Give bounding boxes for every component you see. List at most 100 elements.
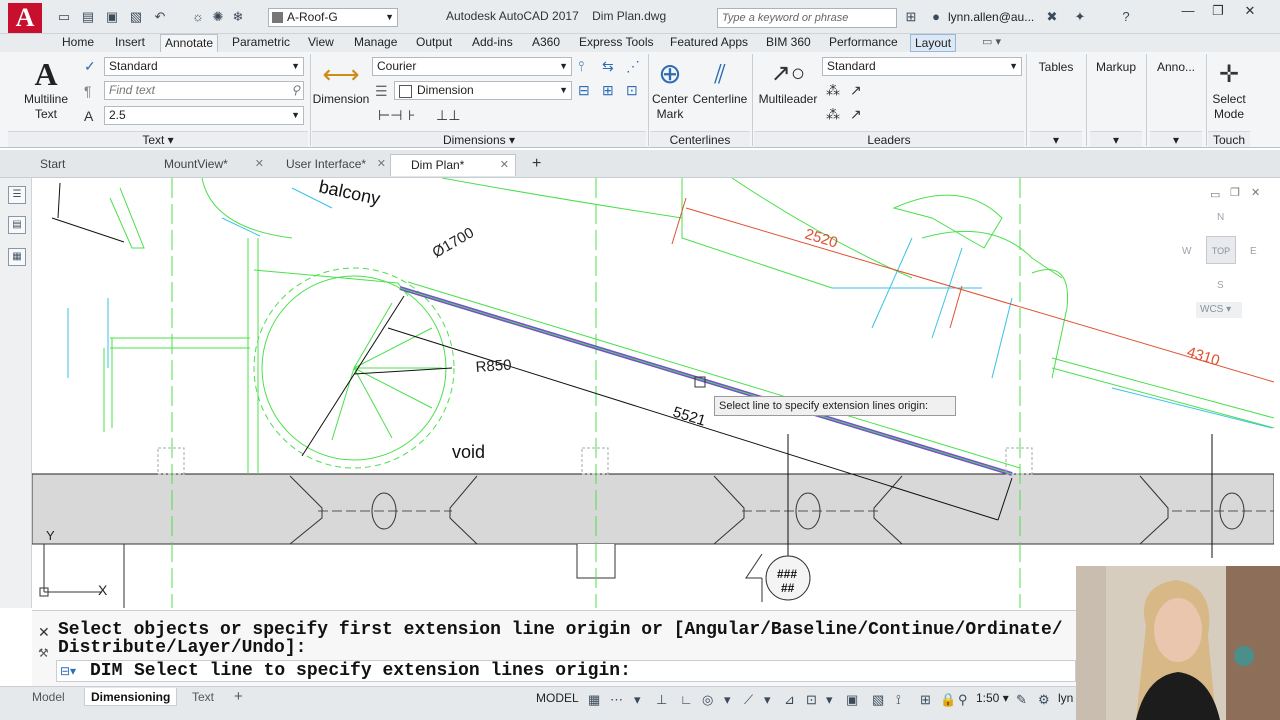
multileader-button[interactable]: ↗○ Multileader bbox=[754, 56, 822, 107]
chevron-down-icon[interactable]: ▾ bbox=[634, 692, 641, 708]
object-snap-icon[interactable]: ⊿ bbox=[784, 692, 795, 708]
save-icon[interactable]: ▣ bbox=[104, 9, 120, 25]
ribbon-minimize-icon[interactable]: ▭ ▾ bbox=[982, 35, 1001, 48]
linear-dim-icon[interactable]: ⊢⊣ bbox=[378, 107, 402, 123]
palette-layers-icon[interactable]: ▤ bbox=[8, 216, 26, 234]
tables-button[interactable]: Tables bbox=[1030, 60, 1082, 75]
isodraft-icon[interactable]: ⟋ bbox=[744, 692, 753, 708]
layer-dropdown[interactable]: A-Roof-G ▼ bbox=[268, 8, 398, 27]
layout-tab-text[interactable]: Text bbox=[186, 688, 220, 706]
dim-inspect-icon[interactable]: ⊡ bbox=[626, 82, 638, 98]
annotation-visibility-icon[interactable]: ⊞ bbox=[920, 692, 931, 708]
mleader-style-dropdown[interactable]: Standard ▼ bbox=[822, 57, 1022, 76]
doc-tab-start[interactable]: Start bbox=[20, 154, 140, 176]
help-icon[interactable]: ? bbox=[1118, 9, 1134, 25]
tab-manage[interactable]: Manage bbox=[350, 34, 401, 52]
viewcube-south[interactable]: S bbox=[1217, 280, 1224, 291]
add-leader-icon[interactable]: ⁂ bbox=[826, 82, 840, 98]
panel-title-centerlines[interactable]: Centerlines bbox=[650, 131, 750, 147]
tab-parametric[interactable]: Parametric bbox=[228, 34, 294, 52]
palette-properties-icon[interactable]: ☰ bbox=[8, 186, 26, 204]
dimension-button[interactable]: ⟷ Dimension bbox=[312, 56, 370, 107]
markup-panel-expand[interactable]: ▾ bbox=[1090, 131, 1142, 147]
user-icon[interactable]: ● bbox=[928, 9, 944, 25]
autodesk-a360-icon[interactable]: ✦ bbox=[1072, 9, 1088, 25]
dim-break-icon[interactable]: ⫯ bbox=[578, 58, 584, 74]
layer-stack-icon[interactable]: ☰ bbox=[375, 83, 388, 99]
osnap-tracking-icon[interactable]: ⊡ bbox=[806, 692, 817, 708]
tab-add-ins[interactable]: Add-ins bbox=[468, 34, 517, 52]
text-height-dropdown[interactable]: 2.5 ▼ bbox=[104, 106, 304, 125]
panel-title-touch[interactable]: Touch bbox=[1208, 131, 1250, 147]
binoculars-icon[interactable]: ⊞ bbox=[903, 9, 919, 25]
remove-leader-icon[interactable]: ↗ bbox=[850, 82, 862, 98]
tab-layout[interactable]: Layout bbox=[910, 34, 957, 52]
tab-featured-apps[interactable]: Featured Apps bbox=[666, 34, 752, 52]
drawing-canvas[interactable]: balcony Ø1700 R850 void 5521 2520 4310 #… bbox=[32, 178, 1274, 608]
annotative-icon[interactable]: ⚲ bbox=[958, 692, 968, 708]
viewport-min-icon[interactable]: ▭ bbox=[1210, 188, 1220, 201]
doc-tab-dim-plan[interactable]: Dim Plan* ✕ bbox=[390, 154, 516, 176]
undo-icon[interactable]: ↶ bbox=[152, 9, 168, 25]
viewport-close-icon[interactable]: ✕ bbox=[1251, 186, 1260, 199]
viewport-restore-icon[interactable]: ❐ bbox=[1230, 186, 1240, 199]
polar-icon[interactable]: ◎ bbox=[702, 692, 713, 708]
tab-express-tools[interactable]: Express Tools bbox=[575, 34, 657, 52]
markup-button[interactable]: Markup bbox=[1090, 60, 1142, 75]
tab-output[interactable]: Output bbox=[412, 34, 456, 52]
tab-performance[interactable]: Performance bbox=[825, 34, 902, 52]
select-mode-button[interactable]: ✛ Select Mode bbox=[1208, 58, 1250, 122]
tab-insert[interactable]: Insert bbox=[111, 34, 149, 52]
search-input[interactable]: Type a keyword or phrase bbox=[717, 8, 897, 28]
chevron-down-icon[interactable]: ▾ bbox=[724, 692, 731, 708]
panel-title-leaders[interactable]: Leaders bbox=[754, 131, 1024, 147]
viewcube-top-face[interactable]: TOP bbox=[1206, 236, 1236, 264]
infer-icon[interactable]: ⊥ bbox=[656, 692, 667, 708]
new-layout-button[interactable]: + bbox=[228, 688, 249, 706]
viewcube-north[interactable]: N bbox=[1217, 212, 1224, 223]
doc-tab-mountview[interactable]: MountView* ✕ bbox=[144, 154, 270, 176]
tab-view[interactable]: View bbox=[304, 34, 338, 52]
close-button[interactable]: ✕ bbox=[1236, 4, 1264, 20]
transparency-icon[interactable]: ▧ bbox=[872, 692, 884, 708]
text-height-icon[interactable]: A bbox=[84, 108, 93, 124]
workspace-icon[interactable]: ✎ bbox=[1016, 692, 1027, 708]
wrench-icon[interactable]: ⚒ bbox=[38, 646, 49, 660]
tab-bim-360[interactable]: BIM 360 bbox=[762, 34, 815, 52]
annotation-scaling-button[interactable]: Anno... bbox=[1150, 60, 1202, 75]
center-mark-button[interactable]: ⊕ Center Mark bbox=[650, 56, 690, 122]
find-icon[interactable]: ¶ bbox=[84, 83, 92, 99]
doc-tab-user-interface[interactable]: User Interface* ✕ bbox=[266, 154, 392, 176]
application-menu-button[interactable]: A bbox=[8, 3, 42, 33]
layout-tab-dimensioning[interactable]: Dimensioning bbox=[84, 688, 178, 706]
lock-icon[interactable]: 🔒 bbox=[940, 692, 956, 708]
lineweight-icon[interactable]: ▣ bbox=[846, 692, 858, 708]
dim-style-dropdown[interactable]: Dimension ▼ bbox=[394, 81, 572, 100]
ortho-icon[interactable]: ∟ bbox=[680, 692, 693, 707]
text-style-dropdown[interactable]: Standard ▼ bbox=[104, 57, 304, 76]
close-icon[interactable]: ✕ bbox=[38, 624, 50, 641]
find-text-input[interactable]: Find text ⚲ bbox=[104, 81, 304, 100]
panel-title-text[interactable]: Text ▾ bbox=[8, 131, 308, 147]
check-spelling-icon[interactable]: ✓ bbox=[84, 58, 96, 74]
baseline-icon[interactable]: ⊦ bbox=[408, 107, 415, 123]
selection-cycling-icon[interactable]: ⟟ bbox=[896, 692, 901, 708]
wcs-menu[interactable]: WCS ▾ bbox=[1196, 302, 1242, 318]
dim-update-icon[interactable]: ⊞ bbox=[602, 82, 614, 98]
palette-tool-icon[interactable]: ▦ bbox=[8, 248, 26, 266]
find-binoculars-icon[interactable]: ⚲ bbox=[291, 82, 300, 99]
tab-a360[interactable]: A360 bbox=[528, 34, 564, 52]
anno-panel-expand[interactable]: ▾ bbox=[1150, 131, 1202, 147]
collect-leader-icon[interactable]: ↗ bbox=[850, 106, 862, 122]
layout-tab-model[interactable]: Model bbox=[26, 688, 71, 706]
user-account[interactable]: lynn.allen@au... bbox=[948, 10, 1034, 24]
dim-space-icon[interactable]: ⊟ bbox=[578, 82, 590, 98]
grid-icon[interactable]: ▦ bbox=[588, 692, 600, 708]
panel-title-dimensions[interactable]: Dimensions ▾ bbox=[312, 131, 646, 147]
maximize-button[interactable]: ❐ bbox=[1204, 4, 1232, 20]
model-space-toggle[interactable]: MODEL bbox=[536, 691, 579, 705]
new-tab-button[interactable]: + bbox=[520, 154, 560, 176]
close-icon[interactable]: ✕ bbox=[255, 154, 264, 174]
viewcube-east[interactable]: E bbox=[1250, 246, 1257, 257]
tab-annotate[interactable]: Annotate bbox=[160, 34, 219, 52]
